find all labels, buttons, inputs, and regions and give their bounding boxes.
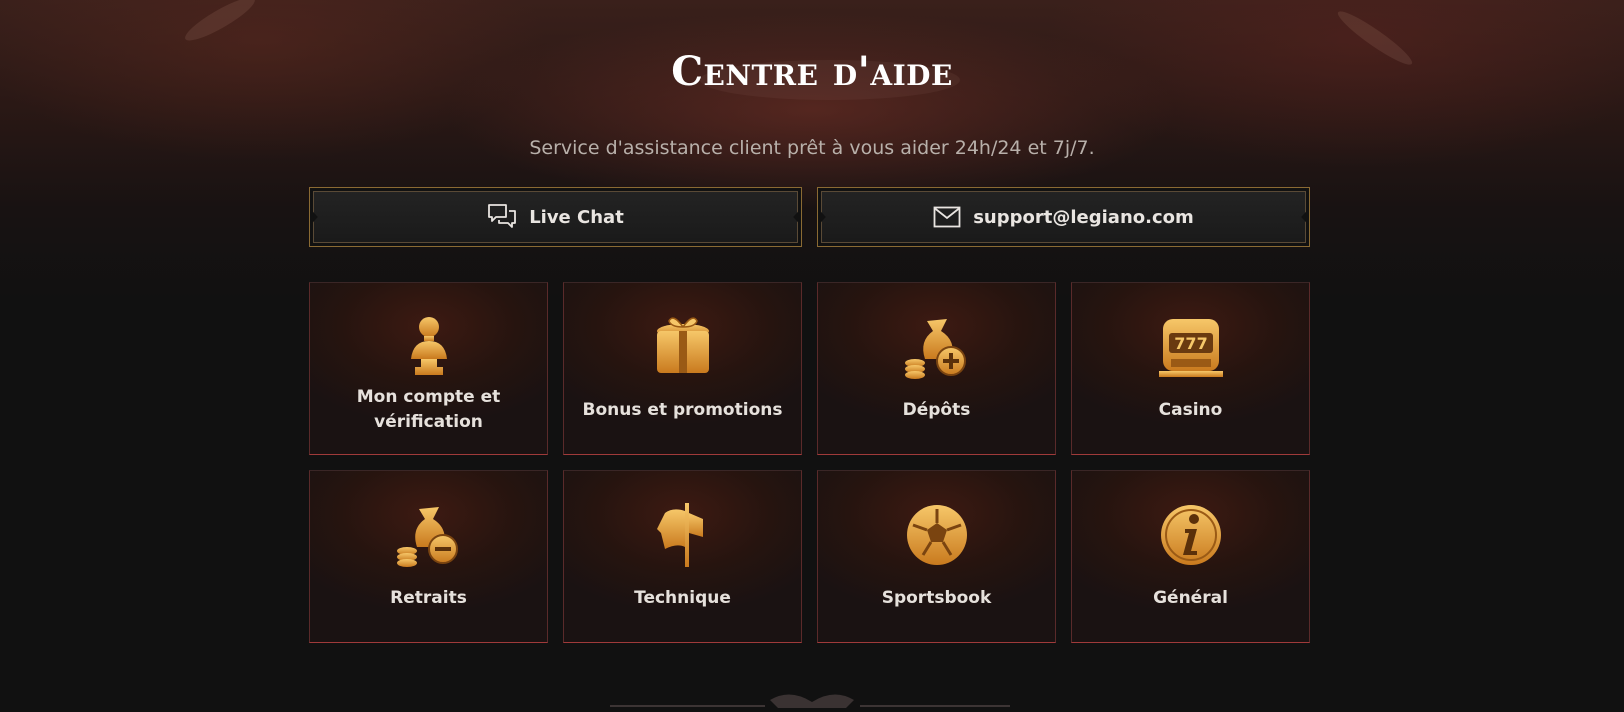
gift-box-icon: [647, 311, 719, 383]
live-chat-button[interactable]: Live Chat: [309, 187, 802, 247]
category-label: Général: [1153, 587, 1228, 608]
email-support-button[interactable]: support@legiano.com: [817, 187, 1310, 247]
category-card-general[interactable]: Général: [1071, 470, 1310, 643]
category-card-casino[interactable]: 777 Casino: [1071, 282, 1310, 455]
chat-bubbles-icon: [487, 203, 517, 231]
bust-statue-icon: [393, 311, 465, 383]
live-chat-label: Live Chat: [529, 206, 624, 228]
category-label: Technique: [634, 587, 731, 608]
category-card-deposits[interactable]: Dépôts: [817, 282, 1056, 455]
email-label: support@legiano.com: [973, 206, 1194, 228]
banner-flag-icon: [647, 499, 719, 571]
category-card-account[interactable]: Mon compte et vérification: [309, 282, 548, 455]
money-bag-minus-icon: [393, 499, 465, 571]
money-bag-plus-icon: [901, 311, 973, 383]
soccer-ball-icon: [901, 499, 973, 571]
footer-ornament: [0, 690, 1624, 708]
svg-text:777: 777: [1174, 334, 1207, 353]
category-card-withdrawals[interactable]: Retraits: [309, 470, 548, 643]
info-icon: [1155, 499, 1227, 571]
page-title: Centre d'aide: [671, 48, 953, 95]
category-card-technical[interactable]: Technique: [563, 470, 802, 643]
slot-machine-icon: 777: [1155, 311, 1227, 383]
envelope-icon: [933, 206, 961, 228]
category-label: Dépôts: [902, 399, 971, 420]
category-label: Bonus et promotions: [582, 399, 783, 420]
category-card-sportsbook[interactable]: Sportsbook: [817, 470, 1056, 643]
category-label: Mon compte et vérification: [356, 387, 501, 432]
category-label: Casino: [1158, 399, 1223, 420]
category-card-bonus[interactable]: Bonus et promotions: [563, 282, 802, 455]
category-label: Retraits: [390, 587, 467, 608]
category-label: Sportsbook: [881, 587, 992, 608]
page-subtitle: Service d'assistance client prêt à vous …: [529, 137, 1095, 159]
